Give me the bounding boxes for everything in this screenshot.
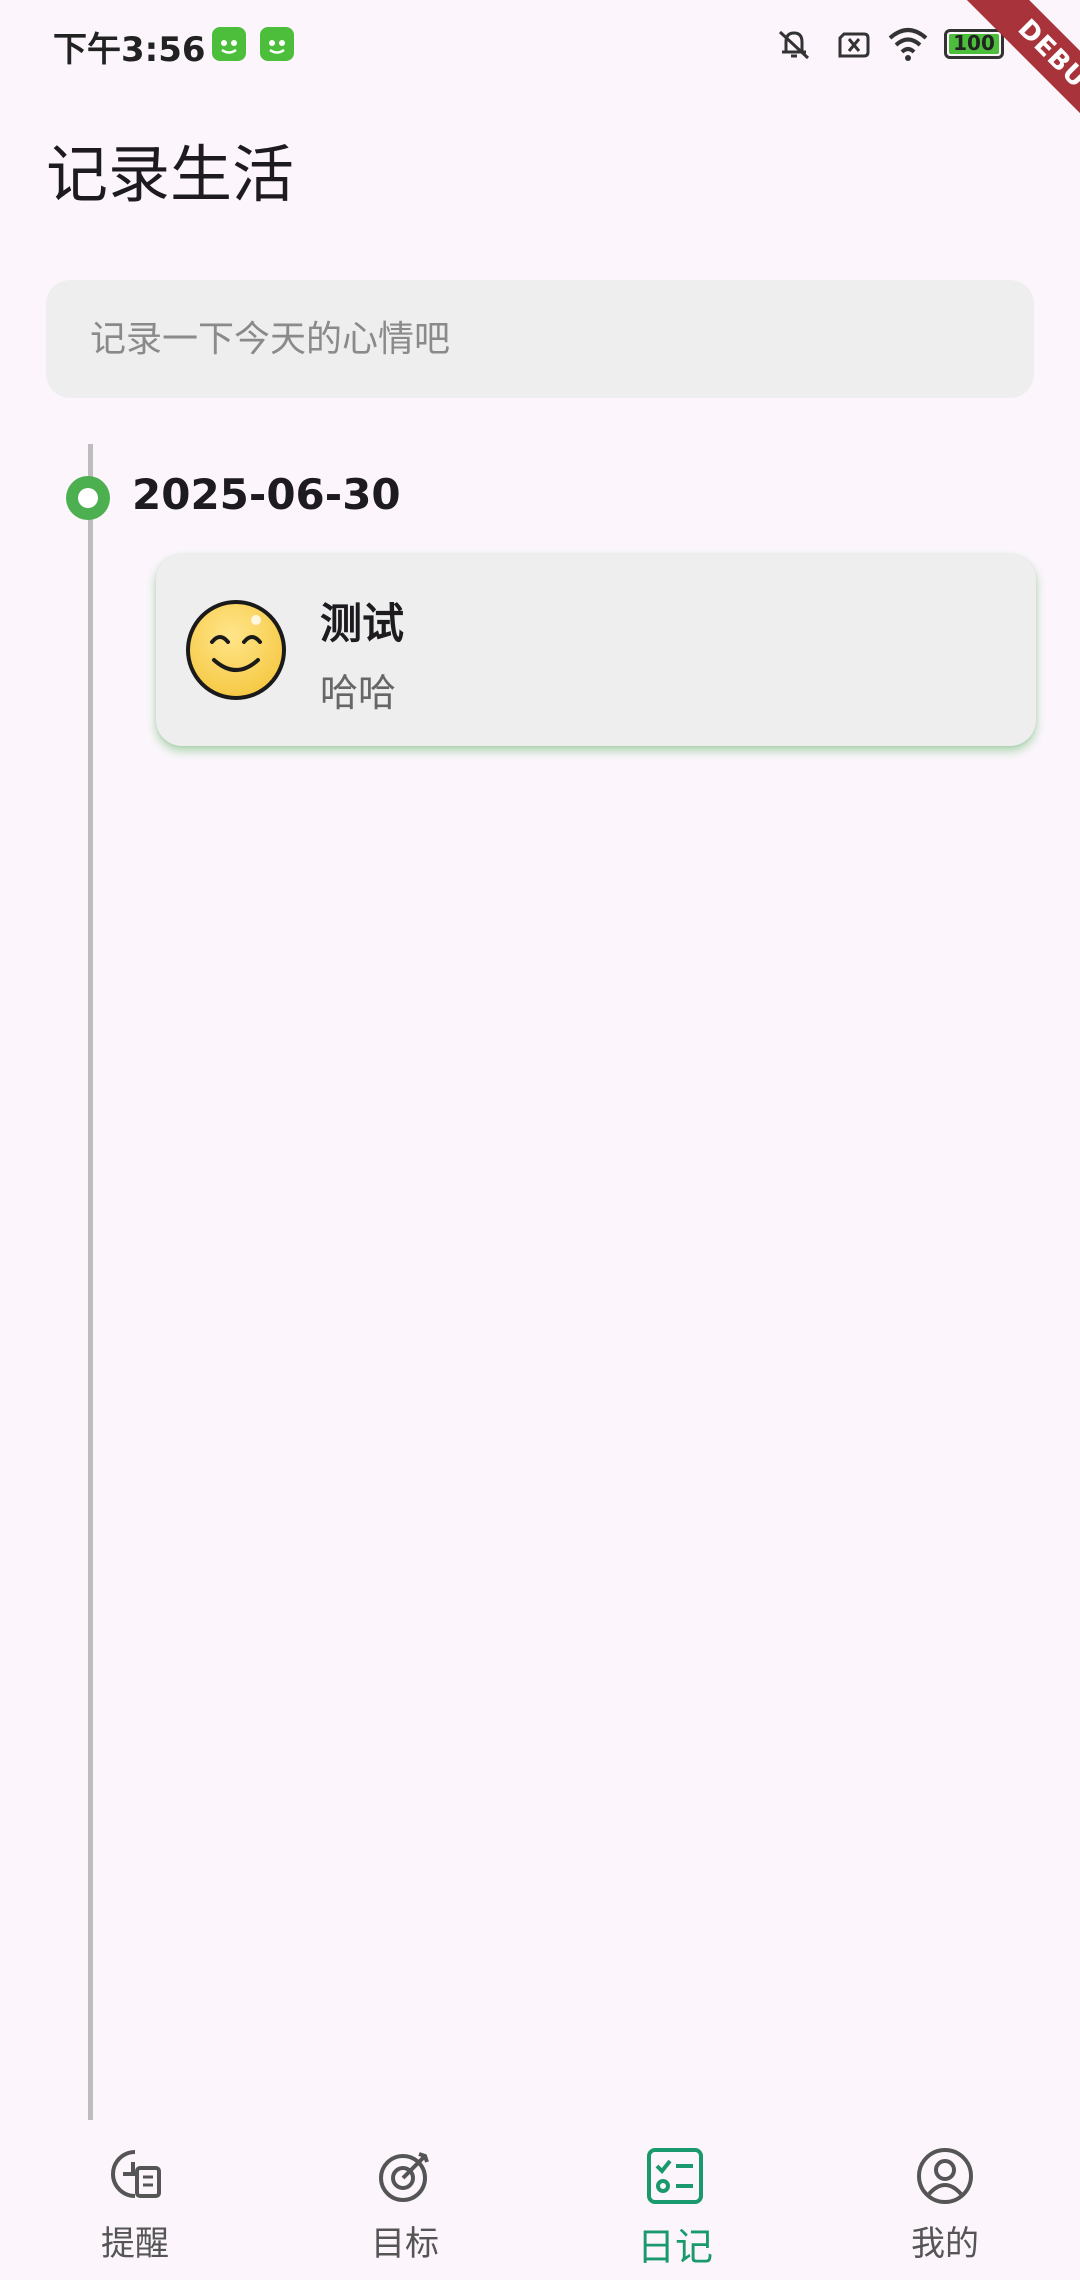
nav-label: 日记 <box>636 2225 713 2269</box>
target-icon <box>379 2152 429 2202</box>
nav-item-reminder[interactable]: 提醒 <box>0 2120 270 2280</box>
wifi-icon <box>886 24 930 64</box>
entry-title: 测试 <box>320 599 405 648</box>
status-bar: 下午3:56 100 <box>0 0 1080 90</box>
diary-entry-card[interactable]: 测试 哈哈 <box>156 554 1036 746</box>
nav-item-diary[interactable]: 日记 <box>540 2120 810 2280</box>
diary-checklist-icon <box>647 2148 703 2204</box>
nav-label: 目标 <box>371 2224 439 2264</box>
mute-bell-icon <box>774 24 814 64</box>
page-title: 记录生活 <box>46 138 295 211</box>
timeline-date: 2025-06-30 <box>132 470 401 519</box>
battery-level: 100 <box>953 31 995 55</box>
timeline-dot <box>66 476 110 520</box>
nav-item-goals[interactable]: 目标 <box>270 2120 540 2280</box>
mood-input[interactable] <box>46 280 1034 398</box>
battery-icon: 100 <box>944 29 1004 59</box>
app-notification-icon <box>260 27 294 61</box>
nav-label: 提醒 <box>101 2224 169 2264</box>
nav-item-profile[interactable]: 我的 <box>810 2120 1080 2280</box>
smiley-face-icon <box>186 600 286 700</box>
nav-label: 我的 <box>911 2224 979 2264</box>
entry-body: 哈哈 <box>320 671 397 715</box>
status-time: 下午3:56 <box>53 30 206 70</box>
app-notification-icon <box>212 27 246 61</box>
reminder-icon <box>111 2150 161 2198</box>
no-sim-icon <box>834 24 874 64</box>
timeline-line <box>88 444 93 2120</box>
profile-icon <box>917 2148 973 2204</box>
